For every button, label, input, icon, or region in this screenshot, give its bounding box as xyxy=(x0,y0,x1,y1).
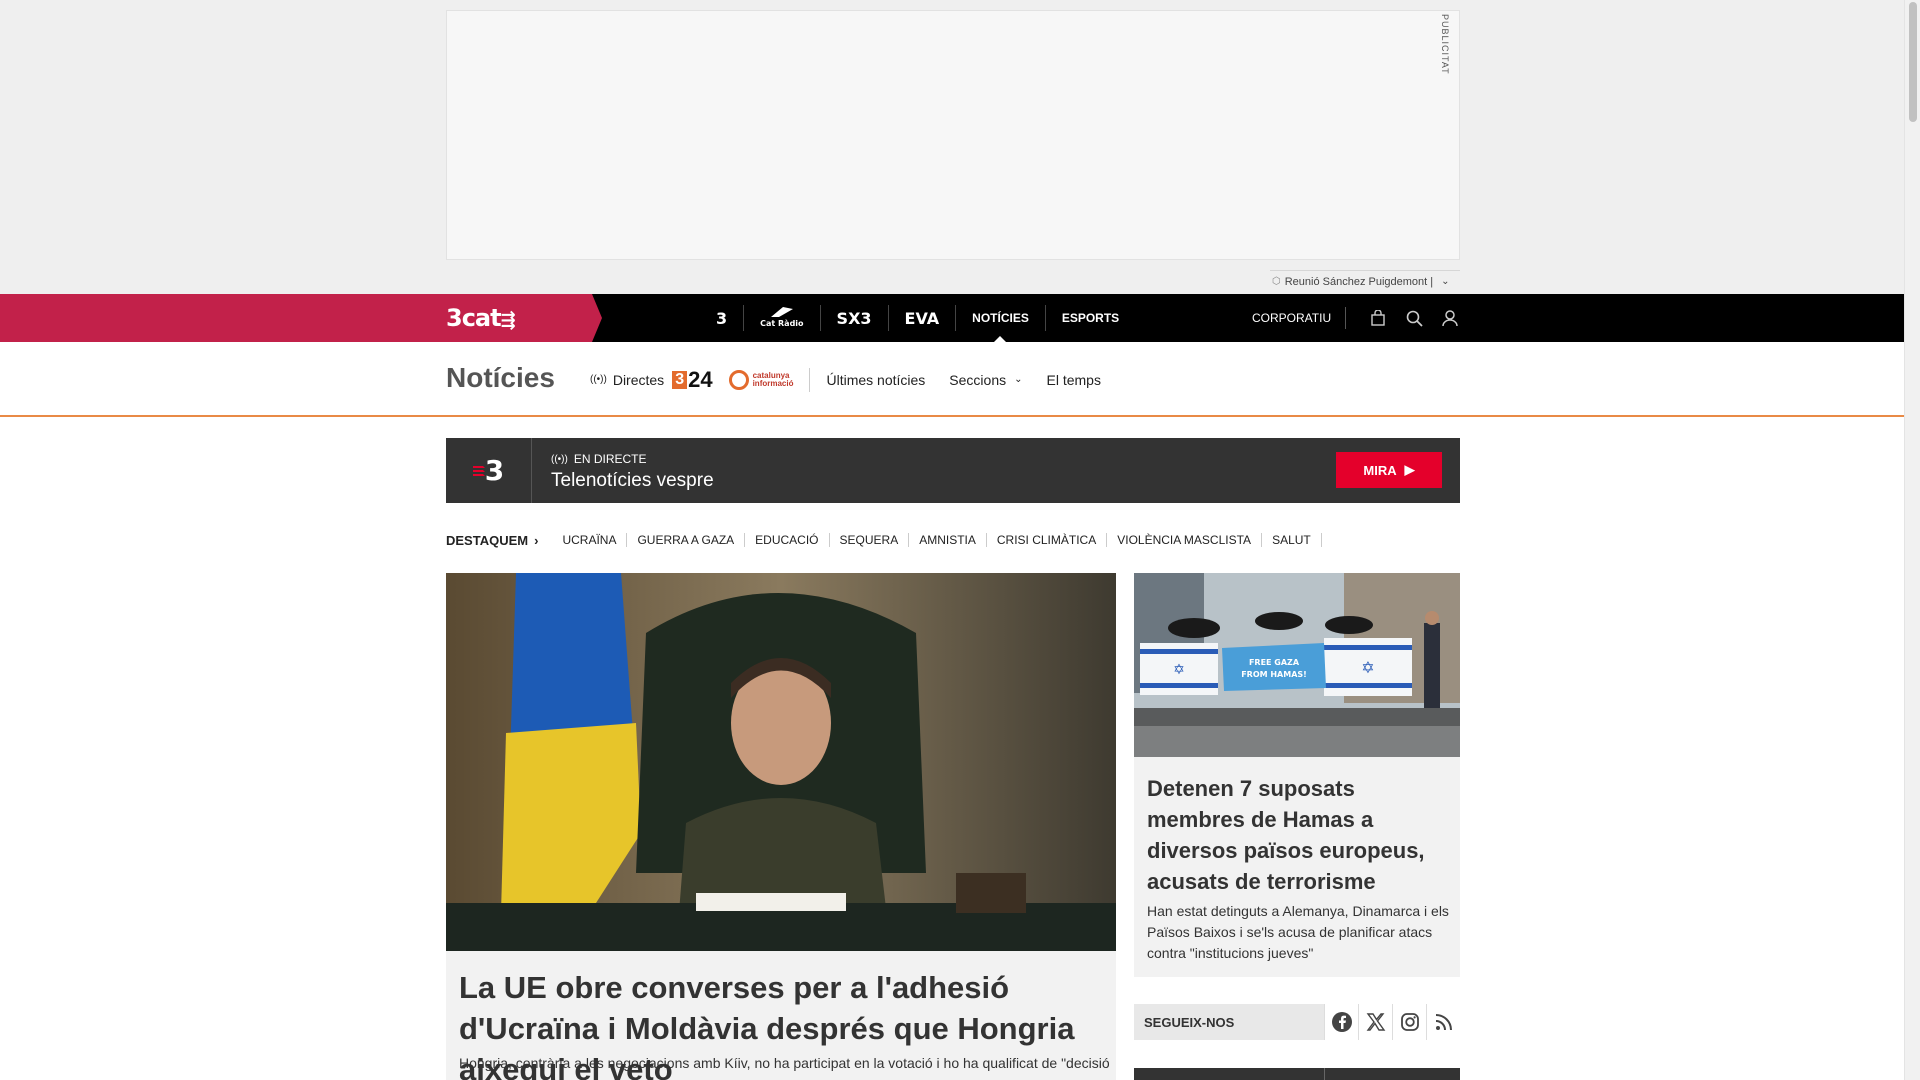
logo-catalunya-informacio[interactable]: catalunya informació xyxy=(728,369,794,390)
trend-topic[interactable]: ⬡ Reunió Sánchez Puigdemont | ⌄ xyxy=(1270,270,1460,292)
logo-324[interactable]: 3 24 xyxy=(672,366,713,393)
ad-placeholder[interactable] xyxy=(446,10,1460,260)
ad-label: PUBLICITAT xyxy=(1440,14,1450,75)
el-temps-link[interactable]: El temps xyxy=(1047,372,1101,388)
page-scrollbar[interactable] xyxy=(1904,0,1920,1080)
destaquem-label[interactable]: DESTAQUEM › xyxy=(446,533,538,548)
tag-icon: ⬡ xyxy=(1272,276,1281,287)
main-article-summary: Hongria, contrària a les negociacions am… xyxy=(459,1055,1109,1071)
live-tag: ((•)) EN DIRECTE xyxy=(551,452,647,466)
broadcast-icon: ((•)) xyxy=(551,453,568,465)
tag-guerra-gaza[interactable]: GUERRA A GAZA xyxy=(627,533,746,547)
follow-us-bar: SEGUEIX-NOS xyxy=(1134,1004,1460,1040)
tag-violencia-masclista[interactable]: VIOLÈNCIA MASCLISTA xyxy=(1107,533,1263,547)
chevron-down-icon[interactable]: ⌄ xyxy=(1441,276,1449,287)
section-links: ((•)) Directes 3 24 catalunya informació … xyxy=(590,342,1125,417)
main-article-body: La UE obre converses per a l'adhesió d'U… xyxy=(446,951,1116,1080)
side-article-body: Detenen 7 suposats membres de Hamas a di… xyxy=(1134,757,1460,977)
live-tag-text: EN DIRECTE xyxy=(573,452,647,466)
catinfo-circle-icon xyxy=(728,369,749,390)
section-navbar: Notícies ((•)) Directes 3 24 catalunya in… xyxy=(0,342,1904,417)
tag-crisi-climatica[interactable]: CRISI CLIMÀTICA xyxy=(987,533,1108,547)
channel-list: 3 Cat Ràdio SX3 EVA NOTÍCIES ESPORTS xyxy=(700,294,1135,342)
catinfo-label: catalunya informació xyxy=(752,370,794,388)
tv3-arrows-icon xyxy=(472,465,485,476)
play-icon: ▶ xyxy=(1404,462,1415,477)
main-article-image[interactable] xyxy=(446,573,1116,951)
x-icon[interactable] xyxy=(1358,1004,1392,1040)
svg-text:✡: ✡ xyxy=(1173,662,1185,678)
channel-catradio-label: Cat Ràdio xyxy=(760,319,804,328)
widget-tabs[interactable] xyxy=(1134,1068,1460,1080)
tag-salut[interactable]: SALUT xyxy=(1262,533,1322,547)
logo-arrow-icon: ⇶ xyxy=(500,310,516,331)
scrollbar-thumb[interactable] xyxy=(1909,2,1917,122)
seccions-dropdown[interactable]: Seccions ⌄ xyxy=(949,372,1022,388)
catradio-icon xyxy=(770,307,793,317)
ad-band: PUBLICITAT ⬡ Reunió Sánchez Puigdemont |… xyxy=(0,0,1904,294)
section-title[interactable]: Notícies xyxy=(446,362,555,394)
logo-3cat-text: 3cat xyxy=(446,304,502,332)
tag-amnistia[interactable]: AMNISTIA xyxy=(909,533,987,547)
broadcast-icon: ((•)) xyxy=(590,374,607,385)
tv3-logo: 3 xyxy=(446,438,532,503)
logo-3cat[interactable]: 3cat⇶ xyxy=(446,304,516,332)
channel-tv3[interactable]: 3 xyxy=(700,305,745,331)
svg-text:✡: ✡ xyxy=(1361,658,1374,677)
channel-catradio[interactable]: Cat Ràdio xyxy=(744,305,821,331)
user-icon[interactable] xyxy=(1432,294,1468,342)
directes-link[interactable]: ((•)) Directes xyxy=(590,372,664,388)
logo-324-text: 24 xyxy=(688,366,713,392)
trend-topic-text: Reunió Sánchez Puigdemont | xyxy=(1284,275,1434,288)
watch-live-button[interactable]: MIRA ▶ xyxy=(1336,452,1442,488)
chevron-right-icon: › xyxy=(534,532,539,548)
watch-live-label: MIRA xyxy=(1363,462,1397,478)
rss-icon[interactable] xyxy=(1426,1004,1460,1040)
tag-educacio[interactable]: EDUCACIÓ xyxy=(745,533,830,547)
divider xyxy=(1345,307,1347,329)
divider xyxy=(809,367,811,392)
top-navbar: 3cat⇶ 3 Cat Ràdio SX3 EVA NOTÍCIES ESPOR… xyxy=(0,294,1904,342)
tv3-logo-text: 3 xyxy=(484,454,505,487)
nav-noticies[interactable]: NOTÍCIES xyxy=(956,305,1045,342)
instagram-icon[interactable] xyxy=(1392,1004,1426,1040)
seccions-label: Seccions xyxy=(949,371,1007,388)
ultimes-noticies-link[interactable]: Últimes notícies xyxy=(826,372,925,388)
nav-esports[interactable]: ESPORTS xyxy=(1044,305,1135,331)
divider xyxy=(1324,1068,1325,1080)
svg-text:FROM HAMAS!: FROM HAMAS! xyxy=(1241,670,1307,679)
side-article-summary: Han estat detinguts a Alemanya, Dinamarc… xyxy=(1147,903,1449,961)
live-banner[interactable]: 3 ((•)) EN DIRECTE Telenotícies vespre M… xyxy=(446,438,1460,503)
highlight-tags: DESTAQUEM › UCRAÏNA GUERRA A GAZA EDUCACI… xyxy=(446,530,1322,550)
follow-us-label: SEGUEIX-NOS xyxy=(1144,1014,1235,1030)
directes-label: Directes xyxy=(612,371,665,388)
tag-ucraina[interactable]: UCRAÏNA xyxy=(552,533,628,547)
live-program-title[interactable]: Telenotícies vespre xyxy=(551,470,714,492)
tag-sequera[interactable]: SEQUERA xyxy=(830,533,910,547)
search-icon[interactable] xyxy=(1396,294,1432,342)
shop-bag-icon[interactable] xyxy=(1360,294,1396,342)
chevron-down-icon: ⌄ xyxy=(1014,374,1023,385)
logo-324-prefix: 3 xyxy=(672,370,688,389)
side-article-title[interactable]: Detenen 7 suposats membres de Hamas a di… xyxy=(1147,773,1447,897)
channel-eva[interactable]: EVA xyxy=(889,305,957,331)
banner-text: FREE GAZA xyxy=(1249,658,1300,667)
nav-corporatiu[interactable]: CORPORATIU xyxy=(1252,311,1331,325)
corporate-area: CORPORATIU xyxy=(1252,294,1468,342)
facebook-icon[interactable] xyxy=(1324,1004,1358,1040)
channel-sx3[interactable]: SX3 xyxy=(821,305,889,331)
side-article-image[interactable]: ✡ ✡ FREE GAZA FROM HAMAS! xyxy=(1134,573,1460,757)
